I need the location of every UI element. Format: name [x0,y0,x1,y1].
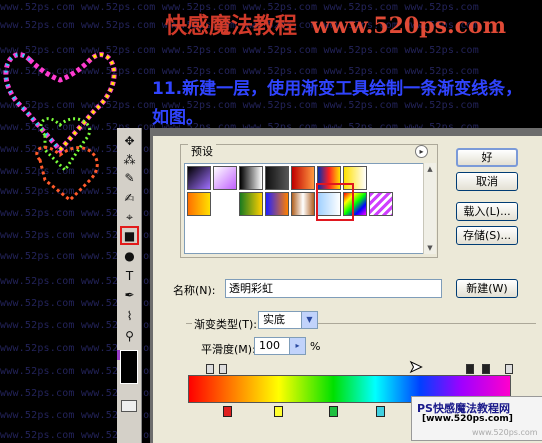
opacity-stop[interactable] [206,364,214,374]
color-stop[interactable] [274,406,283,417]
save-button[interactable]: 存储(S)... [456,226,518,245]
screen-mode-button[interactable] [121,400,137,412]
gradient-preset-swatch[interactable] [291,192,315,216]
mouse-pointer-icon: ➤ [408,357,423,377]
chevron-down-icon: ▼ [301,312,317,328]
type-tool-icon[interactable]: T [120,266,139,285]
gradient-tool-icon[interactable]: ■ [120,226,139,245]
pen-tool-icon[interactable]: ✒ [120,285,139,304]
scroll-down-icon[interactable]: ▼ [424,242,436,254]
new-button[interactable]: 新建(W) [456,279,518,298]
instruction-line-2: 如图。 [152,108,203,128]
opacity-stop[interactable] [482,364,490,374]
move-tool-icon[interactable]: ✥ [120,131,139,150]
magic-wand-icon[interactable]: ⁂ [120,150,139,169]
decorative-hearts [3,52,117,203]
presets-scrollbar[interactable]: ▲ ▼ [423,163,436,254]
healing-brush-icon[interactable]: ✎ [120,168,139,187]
opacity-stop[interactable] [466,364,474,374]
dialog-titlebar [153,128,542,136]
name-field[interactable]: 透明彩虹 [225,279,442,298]
presets-menu-icon[interactable]: ▸ [415,145,428,158]
smoothness-unit: % [310,340,321,353]
banner-title: 快感魔法教程 www.520ps.com [165,8,535,40]
color-stop[interactable] [329,406,338,417]
preset-swatch-grid [184,163,424,254]
gradient-preset-swatch[interactable] [291,166,315,190]
history-brush-icon[interactable]: ⌖ [120,208,139,227]
gradient-preset-swatch[interactable] [265,192,289,216]
presets-label: 预设 [188,143,216,159]
smoothness-value: 100 [259,339,280,352]
gradient-preset-swatch[interactable] [239,192,263,216]
opacity-stop[interactable] [219,364,227,374]
cancel-button[interactable]: 取消 [456,172,518,191]
gradient-preset-swatch[interactable] [239,166,263,190]
logo-watermark: www.520ps.com [472,428,538,437]
smoothness-slider-icon[interactable]: ▸ [289,338,305,354]
gradient-preset-swatch[interactable] [187,166,211,190]
brush-tool-icon[interactable]: ✍ [120,188,139,207]
dodge-tool-icon[interactable]: ● [120,246,139,265]
zoom-tool-icon[interactable]: ⚲ [120,326,139,345]
smoothness-label: 平滑度(M): [201,343,256,356]
logo-url: [www.520ps.com] [422,414,513,424]
load-button[interactable]: 载入(L)... [456,202,518,221]
site-logo: PS快感魔法教程网 [www.520ps.com] www.520ps.com [411,396,542,441]
gradient-type-select[interactable]: 实底 ▼ [258,311,318,329]
scroll-up-icon[interactable]: ▲ [424,163,436,175]
selected-preset-highlight [316,183,354,221]
eyedropper-icon[interactable]: ⌇ [120,306,139,325]
gradient-preset-swatch[interactable] [369,192,393,216]
toolbox: ✥ ⁂ ✎ ✍ ⌖ ■ ● T ✒ ⌇ ⚲ [117,128,142,443]
instruction-line-1: 11.新建一层，使用渐变工具绘制一条渐变线条， [152,79,523,99]
name-label: 名称(N): [173,284,216,297]
gradient-type-value: 实底 [263,313,285,326]
opacity-stop[interactable] [505,364,513,374]
gradient-preset-swatch[interactable] [265,166,289,190]
foreground-color-swatch[interactable] [120,350,138,384]
gradient-type-label: 渐变类型(T): [192,316,260,332]
gradient-preset-swatch[interactable] [213,166,237,190]
gradient-preset-swatch[interactable] [187,192,211,216]
color-stop[interactable] [376,406,385,417]
banner-title-text: 快感魔法教程 [165,13,298,39]
ok-button[interactable]: 好 [456,148,518,167]
smoothness-field[interactable]: 100 ▸ [254,337,306,355]
banner-url: www.520ps.com [311,13,506,39]
gradient-editor-dialog: 预设 ▸ ▲ ▼ 好 取消 载入(L)... 存储(S)... 名称(N): 透… [150,128,542,443]
color-stop[interactable] [223,406,232,417]
